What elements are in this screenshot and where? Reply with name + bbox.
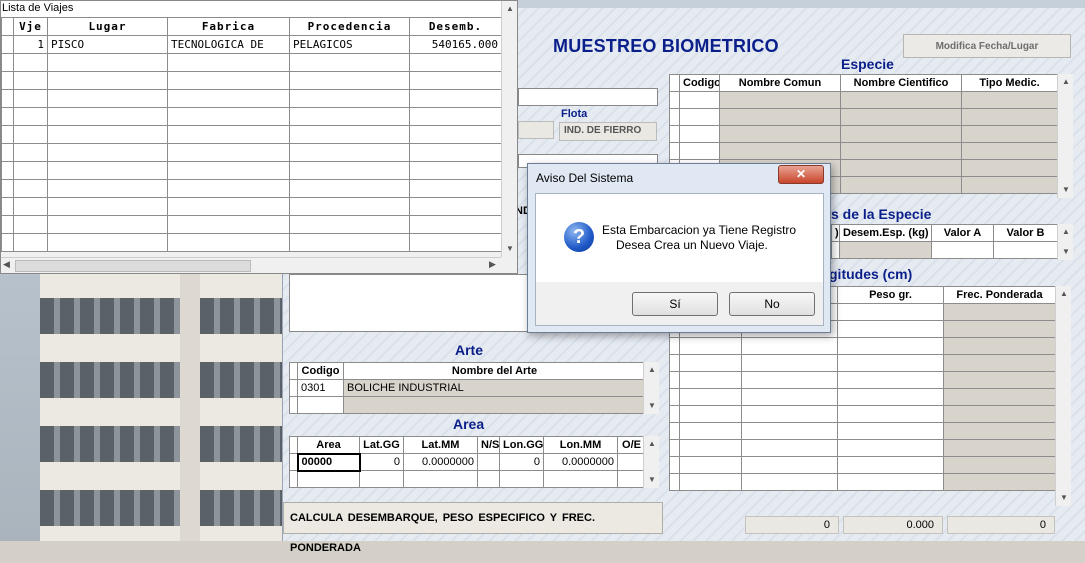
- area-col-area: Area: [297, 436, 360, 454]
- valor-b-header: Valor B: [993, 224, 1058, 242]
- area-cell[interactable]: 00000: [296, 452, 361, 472]
- longitudes-scrollbar[interactable]: ▲ ▼: [1055, 286, 1071, 506]
- table-row[interactable]: 1 PISCO TECNOLOGICA DE PELAGICOS 540165.…: [1, 35, 502, 54]
- area-col-oe: O/E: [617, 436, 646, 454]
- arte-col-codigo: Codigo: [297, 362, 344, 380]
- area-grid: Area Lat.GG Lat.MM N/S Lon.GG Lon.MM O/E…: [289, 436, 646, 488]
- arte-col-nombre: Nombre del Arte: [343, 362, 646, 380]
- lista-viajes-window: Lista de Viajes Vje Lugar Fabrica Proced…: [0, 0, 518, 274]
- yes-button[interactable]: Sí: [632, 292, 718, 316]
- col-procedencia: Procedencia: [289, 17, 410, 36]
- total-peso: 0.000: [843, 516, 943, 534]
- question-icon: ?: [564, 222, 594, 252]
- oe-cell[interactable]: [617, 453, 646, 471]
- lista-horizontal-scrollbar[interactable]: ◀ ▶: [1, 257, 501, 273]
- valor-a-header: Valor A: [931, 224, 994, 242]
- lugar-cell[interactable]: PISCO: [47, 35, 168, 54]
- no-button[interactable]: No: [729, 292, 815, 316]
- ns-cell[interactable]: [477, 453, 500, 471]
- arte-scrollbar[interactable]: ▲ ▼: [643, 362, 659, 414]
- flota-label: Flota: [561, 108, 588, 120]
- latgg-cell[interactable]: 0: [359, 453, 404, 471]
- area-col-lonmm: Lon.MM: [543, 436, 618, 454]
- desembarque-especie-grid: ) Desem.Esp. (kg) Valor A Valor B: [831, 224, 1058, 259]
- area-col-longg: Lon.GG: [499, 436, 544, 454]
- col-lugar: Lugar: [47, 17, 168, 36]
- lonmm-cell[interactable]: 0.0000000: [543, 453, 618, 471]
- dialog-body: ? Esta Embarcacion ya Tiene Registro Des…: [535, 193, 824, 326]
- vje-cell[interactable]: 1: [13, 35, 48, 54]
- building-column: [180, 268, 200, 541]
- building-window-band: [40, 490, 282, 526]
- col-fabrica: Fabrica: [167, 17, 290, 36]
- longg-cell[interactable]: 0: [499, 453, 544, 471]
- total-frecuencia: 0: [745, 516, 839, 534]
- close-icon[interactable]: ✕: [778, 165, 824, 184]
- dialog-message-line2: Desea Crea un Nuevo Viaje.: [616, 238, 768, 252]
- area-col-latgg: Lat.GG: [359, 436, 404, 454]
- arte-nombre-cell[interactable]: BOLICHE INDUSTRIAL: [343, 379, 646, 397]
- lista-viajes-title: Lista de Viajes: [1, 1, 517, 17]
- arte-codigo-cell[interactable]: 0301: [297, 379, 344, 397]
- lista-vertical-scrollbar[interactable]: ▲ ▼: [501, 1, 517, 257]
- peso-gr-header: Peso gr.: [837, 286, 944, 304]
- header-partial: ): [831, 224, 840, 242]
- arte-title: Arte: [455, 342, 484, 358]
- latmm-cell[interactable]: 0.0000000: [403, 453, 478, 471]
- especie-col-codigo: Codigo: [679, 74, 720, 92]
- area-col-latmm: Lat.MM: [403, 436, 478, 454]
- desembarque-especie-title: s de la Especie: [831, 206, 932, 222]
- lista-viajes-grid: Vje Lugar Fabrica Procedencia Desemb. 1 …: [1, 17, 502, 252]
- flota-field[interactable]: IND. DE FIERRO: [559, 122, 657, 141]
- building-window-band: [40, 362, 282, 398]
- especie-col-nombre-comun: Nombre Comun: [719, 74, 841, 92]
- longitudes-title: gitudes (cm): [829, 266, 913, 282]
- calcula-button[interactable]: CALCULA DESEMBARQUE, PESO ESPECIFICO Y F…: [283, 502, 663, 554]
- especie-col-tipo-medic: Tipo Medic.: [961, 74, 1058, 92]
- building-window-band: [40, 298, 282, 334]
- row-header-cell: [669, 74, 680, 92]
- especie-col-nombre-cientifico: Nombre Cientifico: [840, 74, 962, 92]
- col-vje: Vje: [13, 17, 48, 36]
- especie-title: Especie: [841, 56, 894, 72]
- arte-grid: Codigo Nombre del Arte 0301 BOLICHE INDU…: [289, 362, 646, 414]
- dialog-message-area: ? Esta Embarcacion ya Tiene Registro Des…: [536, 194, 823, 282]
- field-partial[interactable]: [518, 121, 554, 139]
- form-title: MUESTREO BIOMETRICO: [553, 36, 779, 56]
- desemb-cell[interactable]: 540165.000: [409, 35, 502, 54]
- desem-esp-header: Desem.Esp. (kg): [839, 224, 932, 242]
- scroll-left-icon[interactable]: ◀: [3, 259, 10, 270]
- row-header-cell: [1, 17, 14, 36]
- dialog-title: Aviso Del Sistema: [536, 171, 634, 185]
- col-desemb: Desemb.: [409, 17, 502, 36]
- area-title: Area: [453, 416, 485, 432]
- desembarque-scrollbar[interactable]: ▲ ▼: [1057, 224, 1073, 260]
- lugar-field[interactable]: [518, 88, 658, 106]
- area-col-ns: N/S: [477, 436, 500, 454]
- fabrica-cell[interactable]: TECNOLOGICA DE: [167, 35, 290, 54]
- especie-scrollbar[interactable]: ▲ ▼: [1057, 74, 1073, 198]
- total-frec-ponderada: 0: [947, 516, 1055, 534]
- frec-ponderada-header: Frec. Ponderada: [943, 286, 1056, 304]
- area-scrollbar[interactable]: ▲ ▼: [643, 436, 659, 488]
- modifica-fecha-lugar-button[interactable]: Modifica Fecha/Lugar: [903, 34, 1071, 58]
- scroll-thumb[interactable]: [15, 260, 251, 272]
- procedencia-cell[interactable]: PELAGICOS: [289, 35, 410, 54]
- dialog-message-line1: Esta Embarcacion ya Tiene Registro: [602, 223, 797, 237]
- table-row[interactable]: 0301 BOLICHE INDUSTRIAL: [289, 379, 646, 397]
- building-window-band: [40, 426, 282, 462]
- table-row[interactable]: 00000 0 0.0000000 0 0.0000000: [289, 452, 646, 472]
- scroll-right-icon[interactable]: ▶: [489, 259, 496, 270]
- aviso-dialog: Aviso Del Sistema ✕ ? Esta Embarcacion y…: [527, 163, 831, 333]
